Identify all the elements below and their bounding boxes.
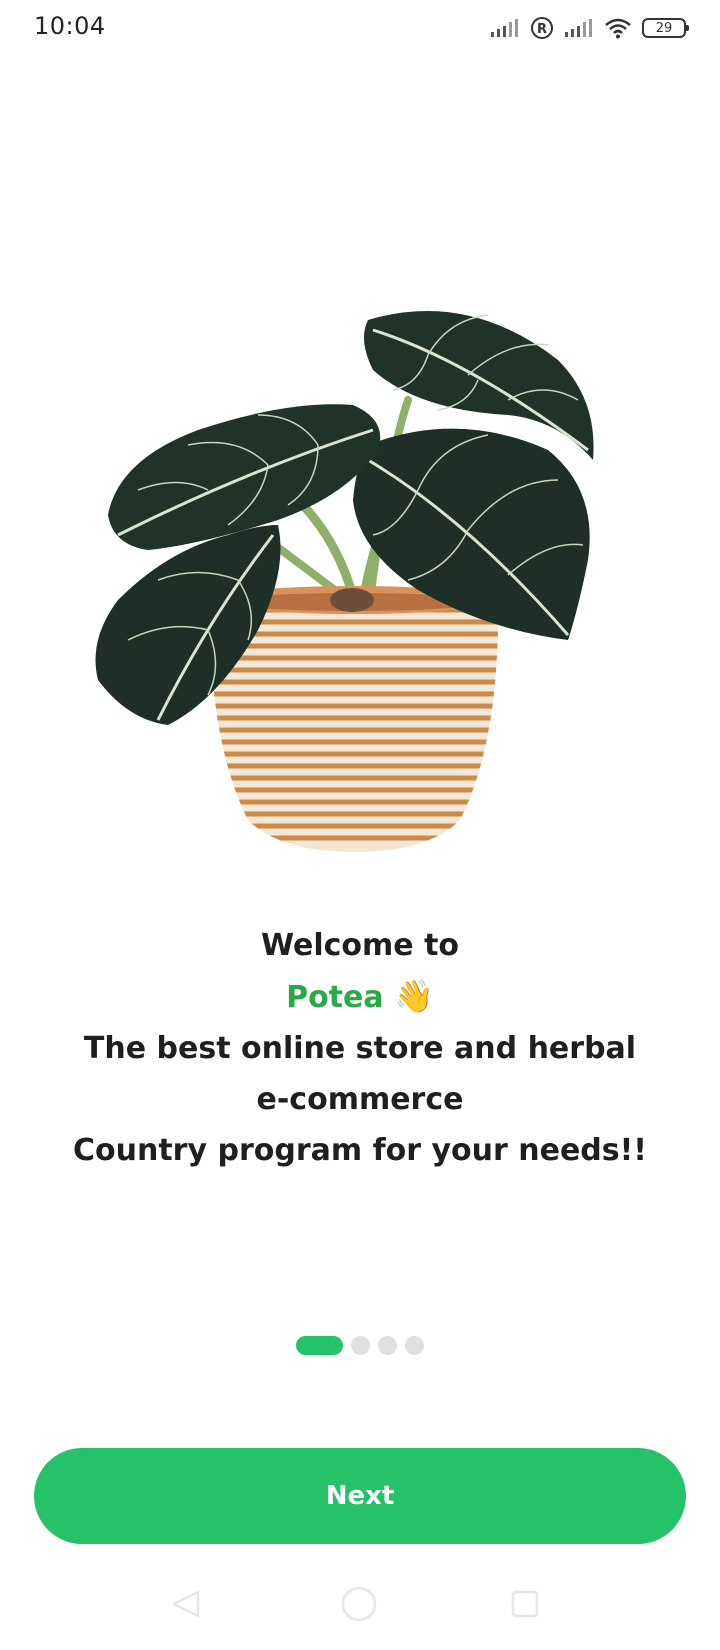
page-dot[interactable] — [405, 1336, 424, 1355]
tagline-line-3: Country program for your needs!! — [73, 1133, 647, 1168]
signal-icon — [564, 18, 594, 38]
brand-line: Potea 👋 — [60, 971, 660, 1023]
home-icon[interactable] — [340, 1585, 378, 1627]
page-dot-active[interactable] — [296, 1336, 343, 1355]
svg-text:R: R — [537, 22, 547, 37]
status-bar: 10:04 R 29 — [0, 0, 720, 56]
battery-icon: 29 — [642, 18, 689, 38]
wifi-icon — [604, 17, 632, 39]
page-dot[interactable] — [351, 1336, 370, 1355]
status-time: 10:04 — [34, 12, 106, 40]
next-button[interactable]: Next — [34, 1448, 686, 1544]
status-icons: R 29 — [490, 14, 689, 42]
signal-icon — [490, 18, 520, 38]
back-icon[interactable] — [170, 1589, 202, 1623]
battery-level: 29 — [655, 20, 673, 36]
system-nav-bar — [0, 1575, 720, 1635]
page-indicator — [0, 1336, 720, 1355]
tagline-line-2: e-commerce — [256, 1082, 464, 1117]
brand-name: Potea — [286, 980, 384, 1015]
registered-icon: R — [530, 16, 554, 40]
page-dot[interactable] — [378, 1336, 397, 1355]
potted-plant-image — [88, 300, 628, 900]
recents-icon[interactable] — [510, 1589, 540, 1623]
welcome-message: Welcome to Potea 👋 The best online store… — [60, 920, 660, 1176]
tagline-line-1: The best online store and herbal — [83, 1031, 637, 1066]
waving-hand-icon: 👋 — [394, 977, 434, 1015]
welcome-heading: Welcome to — [260, 928, 460, 963]
